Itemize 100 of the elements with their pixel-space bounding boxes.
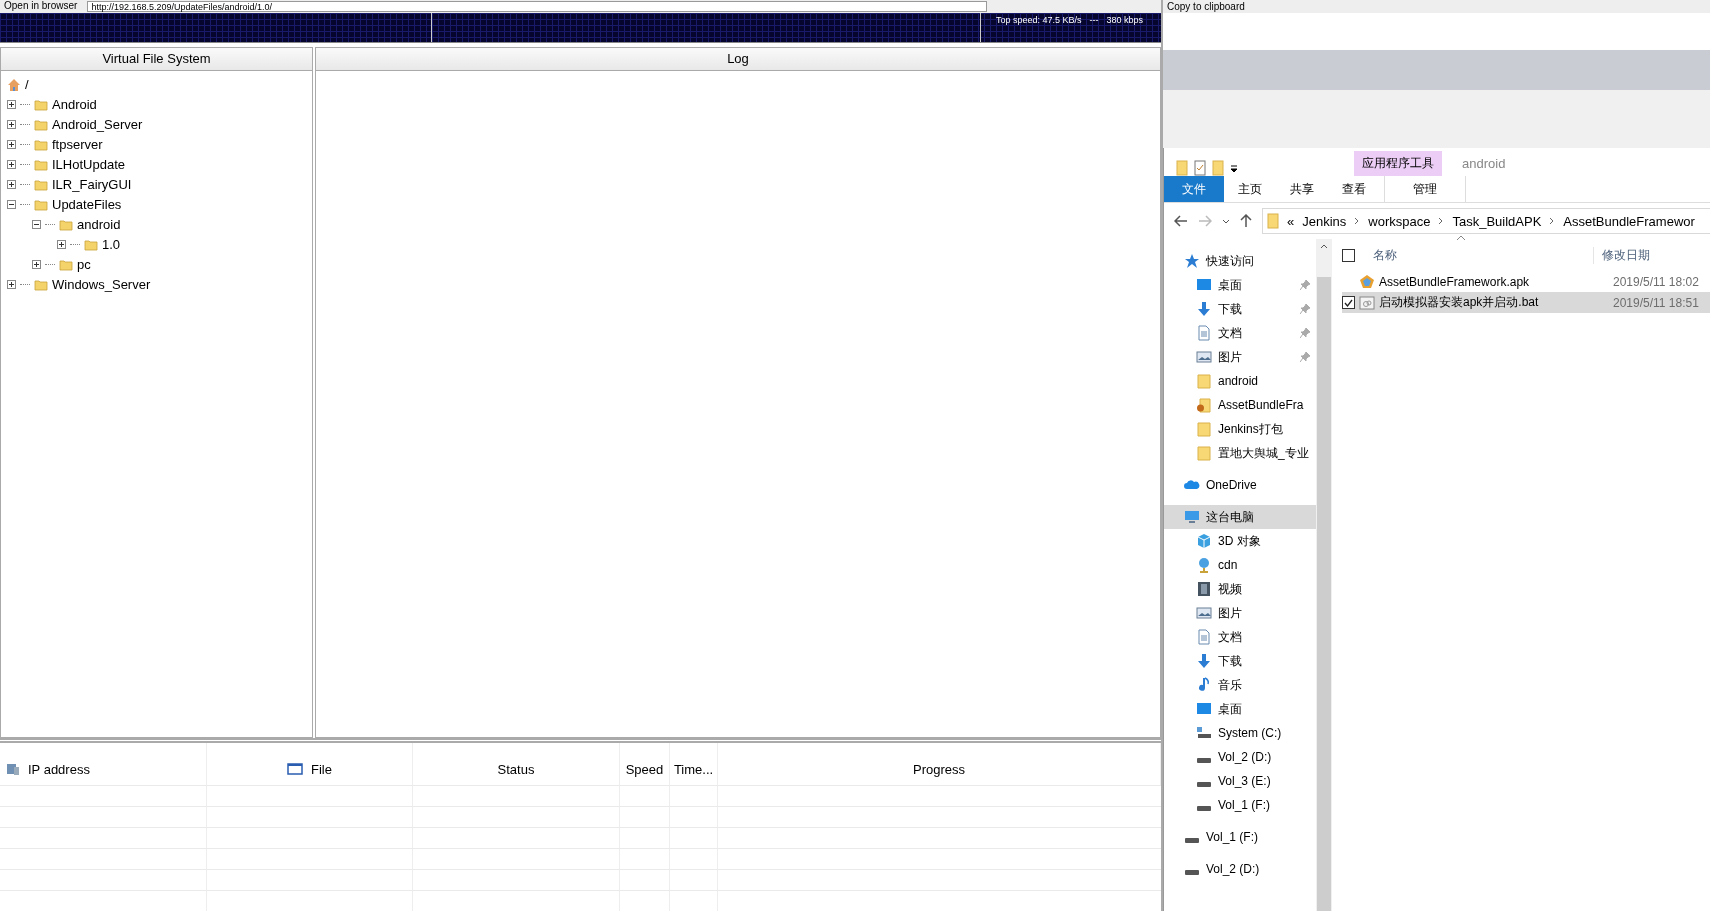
- nav-item[interactable]: Vol_2 (D:): [1164, 745, 1316, 769]
- column-header[interactable]: File: [207, 743, 413, 785]
- top-speed-label: Top speed: 47.5 KB/s: [995, 14, 1082, 25]
- nav-item[interactable]: 桌面: [1164, 697, 1316, 721]
- folder-name[interactable]: android: [77, 217, 121, 233]
- drive-icon: [1197, 805, 1211, 811]
- nav-item[interactable]: 下载: [1164, 297, 1316, 321]
- file-row[interactable]: 启动模拟器安装apk并启动.bat 2019/5/11 18:51: [1342, 292, 1710, 313]
- ribbon-tab[interactable]: 文件: [1164, 176, 1224, 202]
- overflow-chevron[interactable]: «: [1287, 213, 1295, 229]
- expander[interactable]: [7, 280, 16, 290]
- cube-icon: [1196, 533, 1212, 549]
- folder-name[interactable]: UpdateFiles: [52, 197, 122, 213]
- nav-item[interactable]: Vol_3 (E:): [1164, 769, 1316, 793]
- column-header[interactable]: Status: [413, 743, 620, 785]
- column-header[interactable]: 名称: [1365, 246, 1583, 264]
- window-title: android: [1461, 156, 1506, 173]
- folder-name[interactable]: ILHotUpdate: [52, 157, 125, 173]
- folder-icon: [1196, 373, 1212, 389]
- nav-item[interactable]: 3D 对象: [1164, 529, 1316, 553]
- breadcrumb[interactable]: Jenkins: [1302, 213, 1347, 229]
- folder-name[interactable]: ftpserver: [52, 137, 103, 153]
- url-field[interactable]: http://192.168.5.209/UpdateFiles/android/1.0/: [87, 0, 988, 12]
- folder-name[interactable]: Windows_Server: [52, 277, 151, 293]
- ribbon-tab[interactable]: 管理: [1384, 176, 1466, 202]
- nav-item[interactable]: 文档: [1164, 625, 1316, 649]
- nav-item[interactable]: 下载: [1164, 649, 1316, 673]
- folder-icon: [1196, 445, 1212, 461]
- nav-item[interactable]: 图片: [1164, 345, 1316, 369]
- expander[interactable]: [7, 140, 16, 150]
- nav-item[interactable]: 文档: [1164, 321, 1316, 345]
- expander[interactable]: [32, 260, 41, 270]
- folder-warning-icon: [1196, 397, 1212, 413]
- expander[interactable]: [7, 100, 16, 110]
- drive-icon: [1197, 781, 1211, 787]
- breadcrumb[interactable]: workspace: [1368, 213, 1431, 229]
- nav-item[interactable]: 图片: [1164, 601, 1316, 625]
- nav-item[interactable]: 视频: [1164, 577, 1316, 601]
- nav-item[interactable]: 这台电脑: [1164, 505, 1316, 529]
- nav-item[interactable]: Vol_2 (D:): [1164, 857, 1316, 881]
- open-in-browser-button[interactable]: Open in browser: [0, 0, 82, 13]
- expander[interactable]: [7, 160, 16, 170]
- document-icon: [1196, 325, 1212, 341]
- monitor-icon: [1196, 701, 1212, 717]
- nav-item[interactable]: AssetBundleFra: [1164, 393, 1316, 417]
- select-all-checkbox[interactable]: [1342, 248, 1355, 262]
- root-path[interactable]: /: [25, 77, 29, 93]
- nav-item[interactable]: Vol_1 (F:): [1164, 825, 1316, 849]
- column-header[interactable]: 修改日期: [1593, 246, 1650, 264]
- expander[interactable]: [57, 240, 66, 250]
- expander[interactable]: [7, 200, 16, 210]
- folder-icon: [1267, 213, 1279, 229]
- nav-item[interactable]: 桌面: [1164, 273, 1316, 297]
- folder-name[interactable]: 1.0: [102, 237, 121, 253]
- expander[interactable]: [7, 120, 16, 130]
- up-arrow-icon[interactable]: [1240, 214, 1252, 228]
- nav-item[interactable]: OneDrive: [1164, 473, 1316, 497]
- copy-to-clipboard-button[interactable]: Copy to clipboard: [1163, 0, 1249, 13]
- ribbon-tab[interactable]: 主页: [1224, 176, 1276, 202]
- panel-title: Virtual File System: [102, 51, 211, 67]
- column-header[interactable]: Time...: [670, 743, 718, 785]
- chevron-down-icon[interactable]: [1222, 218, 1230, 224]
- properties-icon[interactable]: [1194, 160, 1206, 176]
- star-icon: [1184, 253, 1200, 269]
- ribbon-tab[interactable]: 查看: [1328, 176, 1380, 202]
- chevron-icon: [1549, 217, 1556, 225]
- expander[interactable]: [7, 180, 16, 190]
- column-header[interactable]: Progress: [718, 743, 1161, 785]
- file-row[interactable]: AssetBundleFramework.apk 2019/5/11 18:02: [1342, 271, 1710, 292]
- nav-item[interactable]: Jenkins打包: [1164, 417, 1316, 441]
- picture-icon: [1196, 349, 1212, 365]
- folder-icon: [34, 198, 48, 211]
- column-header[interactable]: IP address: [0, 743, 207, 785]
- column-header[interactable]: Speed: [620, 743, 670, 785]
- ribbon-tab[interactable]: 共享: [1276, 176, 1328, 202]
- breadcrumb[interactable]: AssetBundleFramewor: [1563, 213, 1695, 229]
- sort-caret-icon: [1456, 235, 1466, 241]
- nav-item[interactable]: System (C:): [1164, 721, 1316, 745]
- package-icon: [1359, 273, 1375, 290]
- panel-title: Log: [727, 51, 749, 67]
- back-icon[interactable]: [1174, 215, 1188, 227]
- folder-name[interactable]: Android: [52, 97, 97, 113]
- home-icon: [7, 77, 21, 92]
- nav-item[interactable]: 音乐: [1164, 673, 1316, 697]
- picture-icon: [1196, 605, 1212, 621]
- folder-name[interactable]: Android_Server: [52, 117, 143, 133]
- folder-name[interactable]: ILR_FairyGUI: [52, 177, 132, 193]
- scrollbar[interactable]: [1316, 239, 1332, 911]
- nav-item[interactable]: android: [1164, 369, 1316, 393]
- breadcrumb[interactable]: Task_BuildAPK: [1452, 213, 1542, 229]
- expander[interactable]: [32, 220, 41, 230]
- rate-label: 380 kbps: [1106, 14, 1143, 25]
- computer-icon: [1184, 509, 1200, 525]
- nav-item[interactable]: 快速访问: [1164, 249, 1316, 273]
- nav-item[interactable]: 置地大舆城_专业: [1164, 441, 1316, 465]
- nav-item[interactable]: cdn: [1164, 553, 1316, 577]
- address-bar[interactable]: « Jenkins workspace Task_BuildAPK AssetBundleFramewor: [1262, 208, 1710, 234]
- folder-name[interactable]: pc: [77, 257, 91, 273]
- nav-item[interactable]: Vol_1 (F:): [1164, 793, 1316, 817]
- row-checkbox[interactable]: [1342, 296, 1355, 309]
